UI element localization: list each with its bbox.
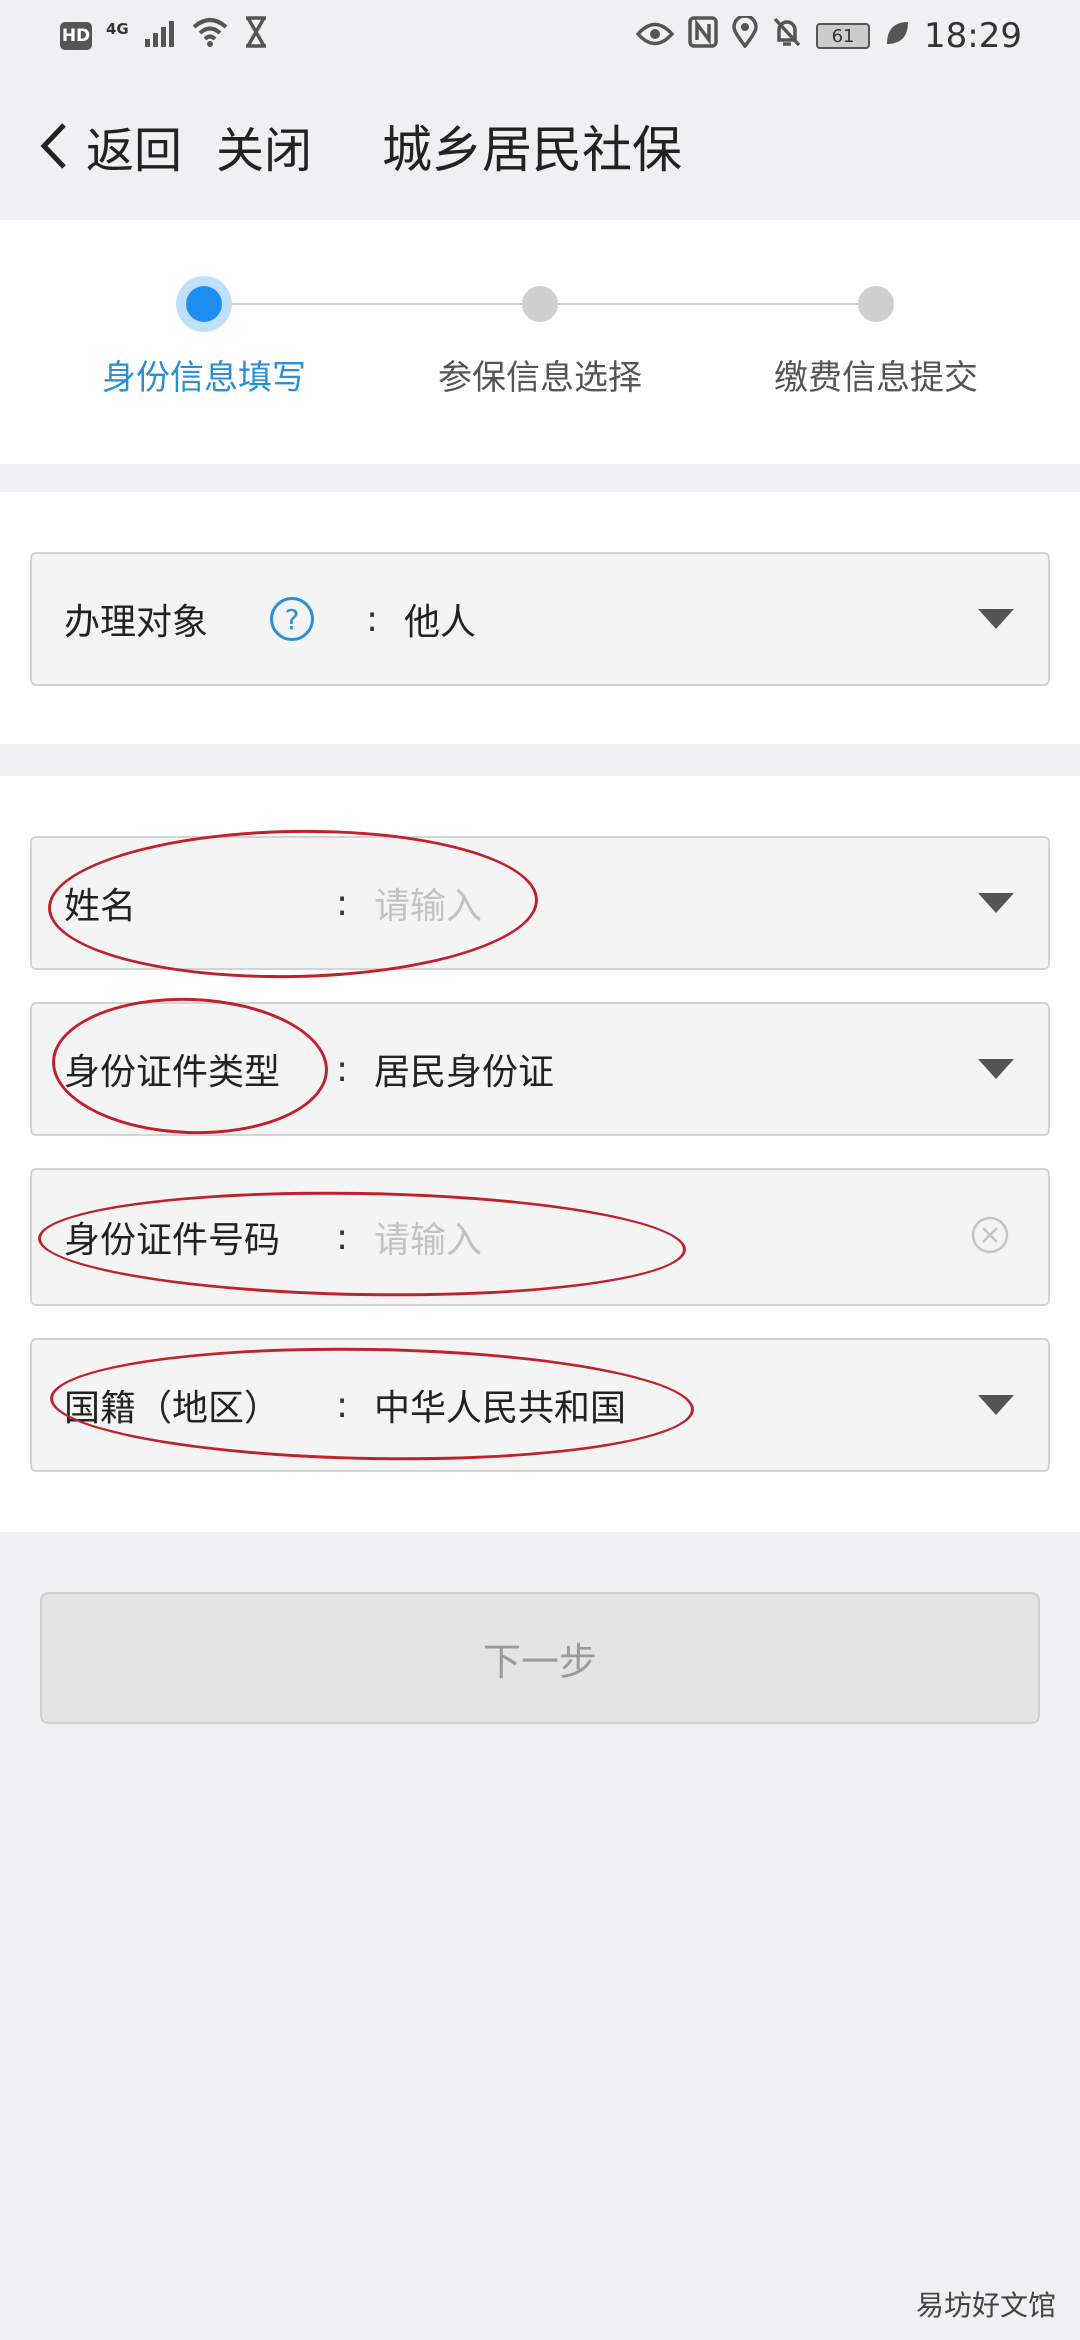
caret-down-icon xyxy=(978,1059,1014,1079)
step-dot-3 xyxy=(858,286,894,322)
chevron-left-icon xyxy=(38,121,68,171)
step-label-identity: 身份信息填写 xyxy=(102,358,306,398)
field-colon: : xyxy=(336,1216,349,1258)
id-number-field[interactable]: 身份证件号码 : 请输入 xyxy=(30,1168,1050,1306)
back-label: 返回 xyxy=(86,123,183,179)
field-colon: : xyxy=(336,1384,349,1426)
caret-down-icon xyxy=(978,609,1014,629)
status-left: HD 4G xyxy=(60,15,269,57)
status-right: 61 18:29 xyxy=(635,13,1022,57)
handler-label: 办理对象 xyxy=(64,602,209,643)
eye-icon xyxy=(635,16,675,56)
id-number-label: 身份证件号码 xyxy=(64,1220,281,1261)
next-step-button[interactable]: 下一步 xyxy=(40,1592,1040,1724)
field-colon: : xyxy=(336,882,349,924)
handler-select[interactable]: 办理对象 ? : 他人 xyxy=(30,552,1050,686)
step-connector xyxy=(540,303,876,305)
identity-form-card: 姓名 : 请输入 身份证件类型 : 居民身份证 身份证件号码 : 请输入 国籍（… xyxy=(0,776,1080,1532)
signal-icon xyxy=(143,16,177,56)
caret-down-icon xyxy=(978,1395,1014,1415)
location-icon xyxy=(732,13,758,57)
step-connector xyxy=(204,303,540,305)
help-icon[interactable]: ? xyxy=(270,597,314,641)
handler-value: 他人 xyxy=(404,602,477,643)
hd-icon: HD xyxy=(60,22,92,50)
handler-card: 办理对象 ? : 他人 xyxy=(0,492,1080,744)
back-button[interactable]: 返回 xyxy=(38,111,182,181)
nationality-select[interactable]: 国籍（地区） : 中华人民共和国 xyxy=(30,1338,1050,1472)
nav-bar: 返回 关闭 城乡居民社保 xyxy=(0,72,1080,220)
status-bar: HD 4G 61 18:29 xyxy=(0,0,1080,72)
step-dot-1 xyxy=(186,286,222,322)
name-field[interactable]: 姓名 : 请输入 xyxy=(30,836,1050,970)
close-button[interactable]: 关闭 xyxy=(216,111,312,181)
progress-stepper: 身份信息填写 参保信息选择 缴费信息提交 xyxy=(0,220,1080,464)
step-dot-2 xyxy=(522,286,558,322)
id-type-select[interactable]: 身份证件类型 : 居民身份证 xyxy=(30,1002,1050,1136)
step-label-payment: 缴费信息提交 xyxy=(774,358,978,398)
name-input[interactable]: 请输入 xyxy=(374,877,482,929)
leaf-icon xyxy=(884,16,910,56)
nfc-icon xyxy=(688,15,718,57)
page-title: 城乡居民社保 xyxy=(382,121,683,179)
wifi-icon xyxy=(191,16,229,56)
step-label-insurance: 参保信息选择 xyxy=(438,358,642,398)
clock-time: 18:29 xyxy=(924,16,1022,56)
watermark: 易坊好文馆 xyxy=(915,2289,1056,2322)
field-colon: : xyxy=(336,1048,349,1090)
nationality-value: 中华人民共和国 xyxy=(374,1388,627,1429)
battery-icon: 61 xyxy=(816,23,871,49)
hourglass-icon xyxy=(243,15,269,57)
network-type: 4G xyxy=(106,20,129,38)
id-type-value: 居民身份证 xyxy=(374,1052,555,1093)
id-type-label: 身份证件类型 xyxy=(64,1052,281,1093)
name-label: 姓名 xyxy=(64,886,137,927)
clear-icon[interactable] xyxy=(970,1215,1010,1259)
id-number-input[interactable]: 请输入 xyxy=(374,1211,482,1263)
nationality-label: 国籍（地区） xyxy=(64,1388,281,1429)
bell-off-icon xyxy=(772,16,802,57)
caret-down-icon xyxy=(978,893,1014,913)
screen: HD 4G 61 18:29 返回 关闭 城乡居民社保 身份信息填写 参保信息选… xyxy=(0,0,1080,2340)
field-colon: : xyxy=(366,598,379,640)
